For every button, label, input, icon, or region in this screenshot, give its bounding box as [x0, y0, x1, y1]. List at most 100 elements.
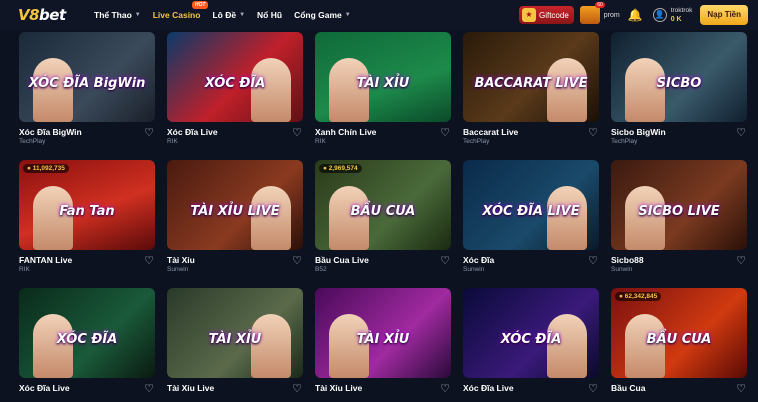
game-thumbnail[interactable]: TÀI XỈU [167, 288, 303, 378]
game-thumbnail[interactable]: XÓC ĐĨA LIVE [463, 160, 599, 250]
giftcode-label: Giftcode [538, 10, 569, 20]
game-name: Tài Xỉu [167, 255, 195, 265]
game-art-title: TÀI XỈU [356, 76, 410, 91]
game-card[interactable]: BẦU CUA ● 62,342,845 Bầu Cua ♡ [611, 288, 747, 402]
deposit-button[interactable]: Nạp Tiền [700, 5, 748, 25]
game-thumbnail[interactable]: Fan Tan ● 11,092,735 [19, 160, 155, 250]
nav-label: Nổ Hũ [257, 10, 283, 20]
game-art-title: XÓC ĐĨA [56, 332, 118, 347]
game-name: Xóc Đĩa BigWin [19, 127, 82, 137]
game-art-title: BẦU CUA [350, 204, 416, 219]
promotion-count: 60 [595, 2, 605, 8]
game-thumbnail[interactable]: BẦU CUA ● 2,969,574 [315, 160, 451, 250]
game-card[interactable]: BẦU CUA ● 2,969,574 Bầu Cua Live B52 ♡ [315, 160, 451, 274]
game-thumbnail[interactable]: XÓC ĐĨA BigWin [19, 32, 155, 122]
nav-item-no-hu[interactable]: Nổ Hũ [257, 0, 282, 30]
jackpot-badge: ● 62,342,845 [615, 292, 662, 301]
game-art-title: SICBO [656, 76, 702, 91]
game-thumbnail[interactable]: XÓC ĐĨA [167, 32, 303, 122]
bell-icon[interactable]: 🔔 [628, 8, 643, 22]
heart-icon[interactable]: ♡ [440, 254, 450, 267]
top-navigation-bar: V8 bet Thể Thao ▼ Live Casino HOT Lô Đề ▼ Nổ… [0, 0, 758, 30]
nav-label: Lô Đề [212, 10, 237, 20]
game-provider: RIK [19, 266, 30, 273]
chevron-down-icon: ▼ [239, 12, 246, 18]
jackpot-badge: ● 11,092,735 [23, 164, 69, 173]
game-card[interactable]: TÀI XỈU Tài Xỉu Live ♡ [315, 288, 451, 402]
game-art-title: TÀI XỈU [356, 332, 410, 347]
game-name: FANTAN Live [19, 255, 73, 265]
game-thumbnail[interactable]: TÀI XỈU [315, 288, 451, 378]
game-art-title: XÓC ĐĨA [500, 332, 562, 347]
game-art-title: Fan Tan [59, 204, 115, 219]
game-name: Xanh Chín Live [315, 127, 377, 137]
game-card[interactable]: TÀI XỈU Xanh Chín Live RIK ♡ [315, 32, 451, 146]
user-account[interactable]: 👤 troktrok 0 K [652, 6, 693, 24]
giftcode-button[interactable]: ★ Giftcode [518, 6, 574, 24]
game-provider: RIK [315, 138, 326, 145]
game-card[interactable]: BACCARAT LIVE Baccarat Live TechPlay ♡ [463, 32, 599, 146]
nav-item-cong-game[interactable]: Cổng Game ▼ [294, 0, 351, 30]
heart-icon[interactable]: ♡ [440, 126, 450, 139]
heart-icon[interactable]: ♡ [292, 126, 302, 139]
game-card[interactable]: XÓC ĐĨA Xóc Đĩa Live ♡ [463, 288, 599, 402]
heart-icon[interactable]: ♡ [292, 254, 302, 267]
game-name: Tài Xỉu Live [167, 383, 215, 393]
game-thumbnail[interactable]: SICBO [611, 32, 747, 122]
nav-label: Live Casino [152, 10, 201, 20]
game-thumbnail[interactable]: TÀI XỈU LIVE [167, 160, 303, 250]
game-name: Xóc Đĩa Live [19, 383, 70, 393]
game-provider: RIK [167, 138, 178, 145]
game-card[interactable]: TÀI XỈU LIVE Tài Xỉu Sunwin ♡ [167, 160, 303, 274]
game-card[interactable]: XÓC ĐĨA Xóc Đĩa Live RIK ♡ [167, 32, 303, 146]
main-nav: Thể Thao ▼ Live Casino HOT Lô Đề ▼ Nổ Hũ Cổ… [94, 0, 363, 30]
site-logo[interactable]: V8 bet [18, 5, 66, 25]
game-name: Xóc Đĩa Live [463, 383, 514, 393]
game-name: Xóc Đĩa Live [167, 127, 218, 137]
promotion-icon[interactable]: 60 [579, 2, 605, 24]
heart-icon[interactable]: ♡ [588, 254, 598, 267]
chevron-down-icon: ▼ [134, 12, 141, 18]
user-avatar-icon: 👤 [652, 8, 667, 22]
game-art-title: XÓC ĐĨA LIVE [482, 204, 580, 219]
game-name: Bầu Cua Live [315, 255, 369, 265]
game-name: Sicbo88 [611, 255, 644, 265]
game-provider: Sunwin [463, 266, 485, 273]
username: troktrok [670, 6, 693, 14]
game-card[interactable]: XÓC ĐĨA LIVE Xóc Đĩa Sunwin ♡ [463, 160, 599, 274]
nav-item-lo-de[interactable]: Lô Đề ▼ [212, 0, 245, 30]
game-thumbnail[interactable]: SICBO LIVE [611, 160, 747, 250]
game-card[interactable]: XÓC ĐĨA BigWin Xóc Đĩa BigWin TechPlay ♡ [19, 32, 155, 146]
game-art-title: XÓC ĐĨA BigWin [28, 76, 146, 91]
heart-icon[interactable]: ♡ [736, 254, 746, 267]
game-card[interactable]: XÓC ĐĨA Xóc Đĩa Live ♡ [19, 288, 155, 402]
game-thumbnail[interactable]: XÓC ĐĨA [19, 288, 155, 378]
header-actions: ★ Giftcode 60 prom 🔔 👤 troktrok 0 K Nạp T… [518, 2, 748, 26]
nav-item-live-casino[interactable]: Live Casino HOT [152, 0, 209, 30]
game-thumbnail[interactable]: XÓC ĐĨA [463, 288, 599, 378]
game-thumbnail[interactable]: BACCARAT LIVE [463, 32, 599, 122]
game-card[interactable]: SICBO LIVE Sicbo88 Sunwin ♡ [611, 160, 747, 274]
game-art-title: SICBO LIVE [638, 204, 720, 219]
promotion-label[interactable]: prom [604, 11, 620, 20]
game-thumbnail[interactable]: BẦU CUA ● 62,342,845 [611, 288, 747, 378]
game-card[interactable]: SICBO Sicbo BigWin TechPlay ♡ [611, 32, 747, 146]
game-art-title: TÀI XỈU [208, 332, 262, 347]
heart-icon[interactable]: ♡ [736, 126, 746, 139]
game-provider: Sunwin [611, 266, 633, 273]
heart-icon[interactable]: ♡ [588, 126, 598, 139]
game-art-title: BACCARAT LIVE [474, 76, 588, 91]
game-name: Tài Xỉu Live [315, 383, 363, 393]
game-thumbnail[interactable]: TÀI XỈU [315, 32, 451, 122]
jackpot-badge: ● 2,969,574 [319, 164, 362, 173]
game-card[interactable]: TÀI XỈU Tài Xỉu Live ♡ [167, 288, 303, 402]
heart-icon[interactable]: ♡ [144, 254, 154, 267]
game-provider: TechPlay [463, 138, 490, 145]
game-provider: TechPlay [611, 138, 638, 145]
balance: 0 K [670, 15, 682, 23]
heart-icon[interactable]: ♡ [144, 126, 154, 139]
game-card[interactable]: Fan Tan ● 11,092,735 FANTAN Live RIK ♡ [19, 160, 155, 274]
game-art-title: XÓC ĐĨA [204, 76, 266, 91]
gift-icon: ★ [521, 8, 536, 22]
nav-item-the-thao[interactable]: Thể Thao ▼ [94, 0, 141, 30]
